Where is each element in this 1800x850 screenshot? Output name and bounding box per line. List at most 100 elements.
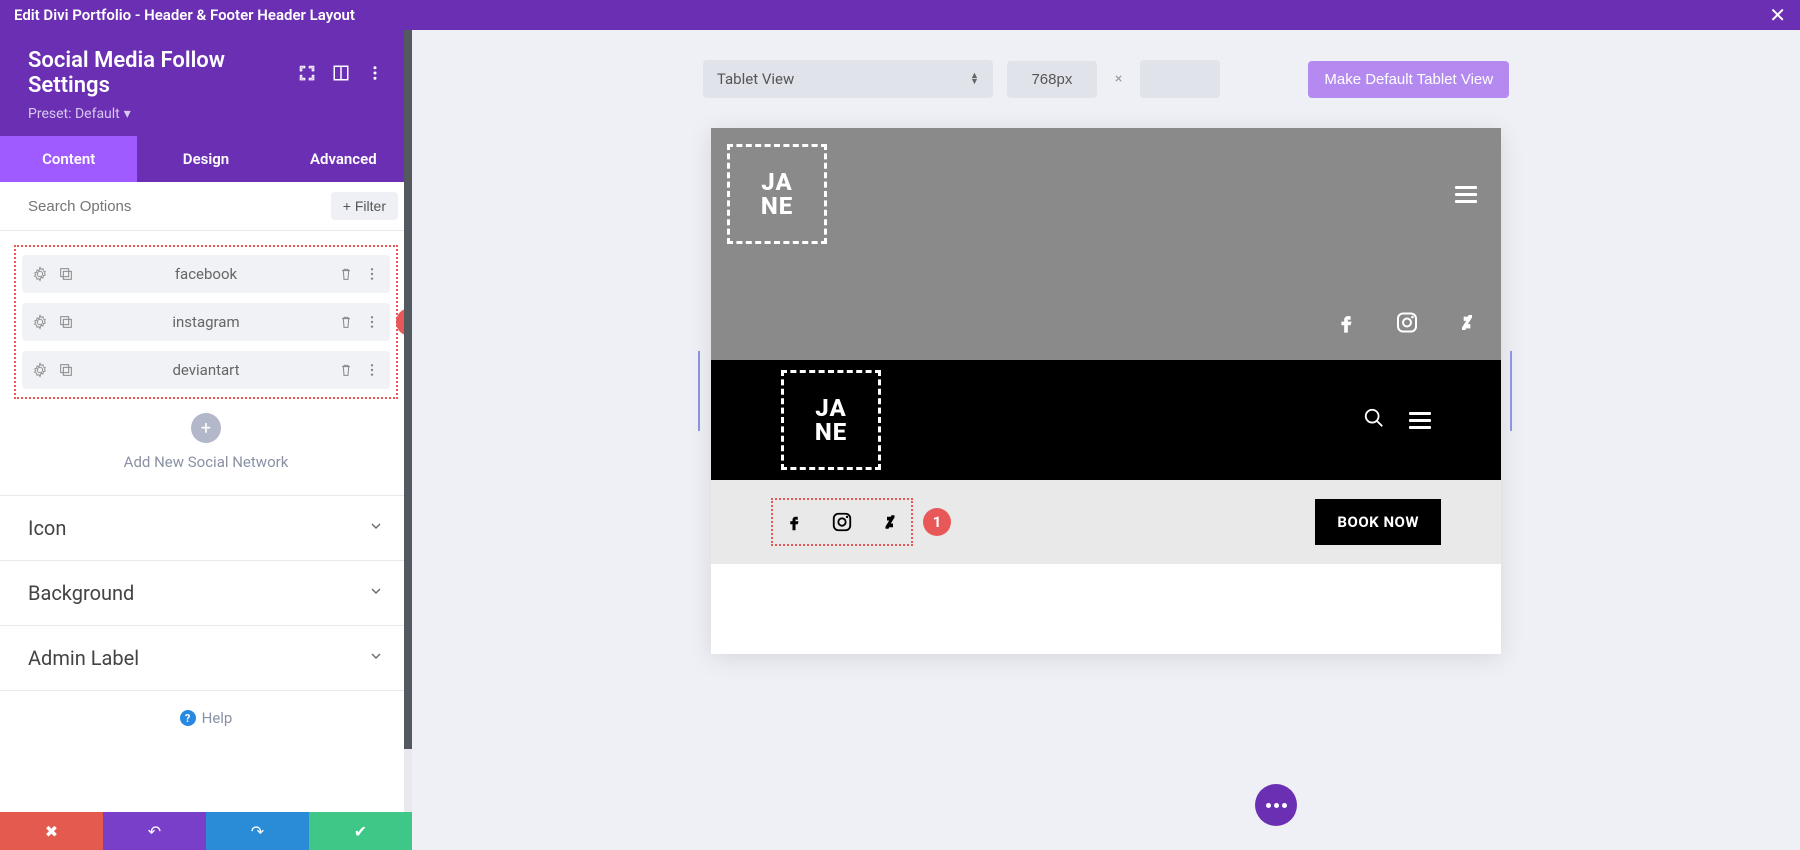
view-select[interactable]: Tablet View ▲▼ (703, 60, 993, 98)
preview-frame: JA NE JA NE (711, 128, 1501, 654)
undo-button[interactable]: ↶ (103, 812, 206, 850)
help-icon: ? (180, 710, 196, 726)
save-button[interactable]: ✔ (309, 812, 412, 850)
fab-more-button[interactable] (1255, 784, 1297, 826)
tab-content[interactable]: Content (0, 136, 137, 182)
duplicate-icon[interactable] (58, 266, 74, 282)
preset-label: Preset: Default (28, 106, 120, 122)
chevron-down-icon (368, 518, 384, 538)
redo-button[interactable]: ↷ (206, 812, 309, 850)
search-row: + Filter (0, 182, 412, 231)
chevron-down-icon: ▾ (124, 106, 131, 122)
add-button[interactable]: + (191, 413, 221, 443)
more-icon[interactable] (366, 64, 384, 82)
cancel-button[interactable]: ✖ (0, 812, 103, 850)
book-now-button[interactable]: BOOK NOW (1315, 499, 1441, 545)
preview-canvas: Tablet View ▲▼ × Make Default Tablet Vie… (412, 30, 1800, 850)
sidebar-bottom-bar: ✖ ↶ ↷ ✔ (0, 812, 412, 850)
resize-handle-right[interactable] (1509, 128, 1515, 654)
preview-body (711, 564, 1501, 654)
list-item[interactable]: deviantart (22, 351, 390, 389)
trash-icon[interactable] (338, 314, 354, 330)
tab-design[interactable]: Design (137, 136, 274, 182)
help-link[interactable]: ? Help (0, 691, 412, 745)
facebook-icon[interactable] (785, 508, 803, 536)
add-label: Add New Social Network (0, 453, 412, 471)
social-item-label: instagram (86, 313, 326, 331)
settings-title: Social Media Follow Settings (28, 48, 282, 98)
preview-gray-header: JA NE (711, 128, 1501, 360)
accordion-admin-label: Admin Label (0, 626, 412, 691)
deviantart-icon[interactable] (881, 508, 899, 536)
scrollbar-thumb[interactable] (404, 30, 412, 749)
accordion-head-icon[interactable]: Icon (0, 496, 412, 560)
sidebar-header: Social Media Follow Settings Preset: Def… (0, 30, 412, 136)
logo: JA NE (727, 144, 827, 244)
wireframe-icon[interactable] (332, 64, 350, 82)
trash-icon[interactable] (338, 266, 354, 282)
view-select-label: Tablet View (717, 70, 794, 88)
hamburger-icon[interactable] (1455, 186, 1477, 203)
more-icon[interactable] (364, 314, 380, 330)
social-network-list: 1 facebook (14, 245, 398, 399)
accordion-title: Icon (28, 516, 66, 540)
settings-tabs: Content Design Advanced (0, 136, 412, 182)
social-item-label: deviantart (86, 361, 326, 379)
height-input[interactable] (1140, 60, 1220, 98)
tab-advanced[interactable]: Advanced (275, 136, 412, 182)
filter-label: Filter (355, 198, 386, 214)
accordion-title: Admin Label (28, 646, 139, 670)
search-icon[interactable] (1363, 407, 1385, 433)
main-layout: Social Media Follow Settings Preset: Def… (0, 30, 1800, 850)
filter-button[interactable]: + Filter (331, 192, 398, 220)
preset-dropdown[interactable]: Preset: Default ▾ (28, 106, 131, 122)
deviantart-icon[interactable] (1457, 307, 1477, 338)
instagram-icon[interactable] (831, 508, 853, 536)
search-input[interactable] (28, 198, 331, 215)
preview-wrap: JA NE JA NE (452, 128, 1760, 654)
inline-social-icons: 1 (771, 498, 913, 546)
instagram-icon[interactable] (1395, 307, 1419, 338)
preview-social-bar: 1 BOOK NOW (711, 480, 1501, 564)
resize-handle-left[interactable] (697, 128, 703, 654)
chevron-down-icon (368, 583, 384, 603)
plus-icon: + (343, 198, 351, 214)
gear-icon[interactable] (32, 266, 48, 282)
accordion-title: Background (28, 581, 134, 605)
preview-black-header: JA NE (711, 360, 1501, 480)
gear-icon[interactable] (32, 362, 48, 378)
list-item[interactable]: facebook (22, 255, 390, 293)
canvas-toolbar: Tablet View ▲▼ × Make Default Tablet Vie… (452, 60, 1760, 98)
social-item-label: facebook (86, 265, 326, 283)
chevron-down-icon (368, 648, 384, 668)
settings-sidebar: Social Media Follow Settings Preset: Def… (0, 30, 412, 850)
duplicate-icon[interactable] (58, 362, 74, 378)
title-bar: Edit Divi Portfolio - Header & Footer He… (0, 0, 1800, 30)
more-icon[interactable] (364, 362, 380, 378)
annotation-marker-1: 1 (923, 508, 951, 536)
title-bar-text: Edit Divi Portfolio - Header & Footer He… (14, 6, 355, 24)
help-label: Help (202, 709, 233, 727)
dimension-separator: × (1111, 71, 1126, 87)
content-scroll: 1 facebook (0, 231, 412, 812)
add-social-section: + Add New Social Network (0, 399, 412, 496)
accordion-icon: Icon (0, 496, 412, 561)
logo: JA NE (781, 370, 881, 470)
width-input[interactable] (1007, 61, 1097, 98)
gear-icon[interactable] (32, 314, 48, 330)
close-icon[interactable]: ✕ (1769, 3, 1786, 27)
hamburger-icon[interactable] (1409, 412, 1431, 429)
list-item[interactable]: instagram (22, 303, 390, 341)
expand-icon[interactable] (298, 64, 316, 82)
accordion-head-admin-label[interactable]: Admin Label (0, 626, 412, 690)
accordion-head-background[interactable]: Background (0, 561, 412, 625)
header-social-icons (1335, 307, 1477, 338)
facebook-icon[interactable] (1335, 307, 1357, 338)
accordion-background: Background (0, 561, 412, 626)
more-icon[interactable] (364, 266, 380, 282)
select-arrows-icon: ▲▼ (970, 73, 979, 85)
scrollbar[interactable] (404, 30, 412, 812)
duplicate-icon[interactable] (58, 314, 74, 330)
trash-icon[interactable] (338, 362, 354, 378)
make-default-button[interactable]: Make Default Tablet View (1308, 61, 1509, 98)
